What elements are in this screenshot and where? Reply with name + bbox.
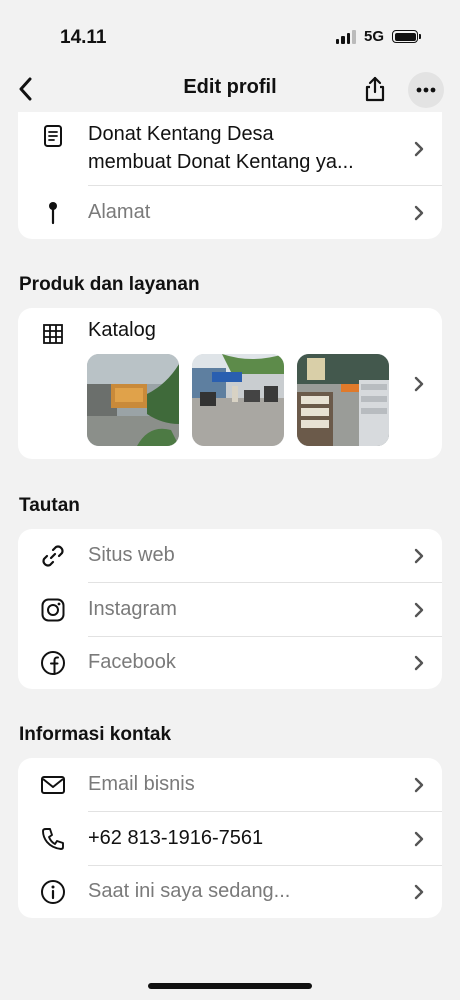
chevron-right-icon: [414, 831, 424, 846]
link-label: Facebook: [88, 651, 176, 673]
instagram-icon: [40, 597, 66, 623]
catalog-label: Katalog: [88, 319, 156, 341]
share-icon: [365, 76, 385, 102]
link-label: Instagram: [88, 598, 177, 620]
home-indicator[interactable]: [148, 983, 312, 989]
description-row[interactable]: Donat Kentang Desa membuat Donat Kentang…: [18, 112, 442, 185]
contact-card: Email bisnis +62 813-1916-7561 Saat ini …: [18, 758, 442, 918]
status-time: 14.11: [60, 27, 107, 48]
more-icon: [416, 87, 436, 93]
catalog-photo[interactable]: [87, 354, 179, 446]
catalog-photo[interactable]: [192, 354, 284, 446]
chevron-right-icon: [414, 602, 424, 617]
link-label: Situs web: [88, 544, 175, 566]
contact-row-status[interactable]: Saat ini saya sedang...: [18, 865, 442, 918]
address-row[interactable]: Alamat: [18, 186, 442, 239]
chevron-right-icon: [414, 655, 424, 670]
pin-icon: [40, 200, 66, 226]
catalog-card[interactable]: Katalog: [18, 308, 442, 459]
status-indicators: 5G: [335, 28, 421, 45]
description-text: Donat Kentang Desa membuat Donat Kentang…: [88, 120, 398, 176]
info-icon: [40, 879, 66, 905]
contact-label: +62 813-1916-7561: [88, 827, 264, 849]
more-button[interactable]: [408, 72, 444, 108]
facebook-icon: [40, 650, 66, 676]
chevron-right-icon: [414, 141, 424, 157]
signal-icon: [335, 29, 356, 44]
contact-label: Email bisnis: [88, 773, 195, 795]
document-icon: [44, 125, 62, 147]
link-icon: [40, 543, 66, 569]
links-section-title: Tautan: [19, 495, 80, 516]
address-label: Alamat: [88, 201, 151, 223]
chevron-right-icon: [414, 884, 424, 899]
share-button[interactable]: [358, 71, 392, 107]
contact-row-phone[interactable]: +62 813-1916-7561: [18, 812, 442, 865]
nav-bar: Edit profil: [0, 62, 460, 116]
chevron-right-icon: [414, 376, 424, 392]
contact-label: Saat ini saya sedang...: [88, 880, 291, 902]
contact-row-email[interactable]: Email bisnis: [18, 758, 442, 811]
mail-icon: [40, 772, 66, 798]
description-line-2: membuat Donat Kentang ya...: [88, 151, 354, 173]
link-row-instagram[interactable]: Instagram: [18, 583, 442, 636]
network-type: 5G: [363, 28, 384, 45]
products-section-title: Produk dan layanan: [19, 274, 200, 295]
battery-icon: [392, 30, 421, 43]
link-row-facebook[interactable]: Facebook: [18, 636, 442, 689]
chevron-right-icon: [414, 548, 424, 563]
chevron-right-icon: [414, 205, 424, 220]
status-bar: 14.11 5G: [0, 0, 460, 70]
grid-icon: [43, 324, 63, 344]
contact-section-title: Informasi kontak: [19, 724, 172, 745]
about-card: Donat Kentang Desa membuat Donat Kentang…: [18, 112, 442, 239]
catalog-photo[interactable]: [297, 354, 389, 446]
links-card: Situs web Instagram Facebook: [18, 529, 442, 689]
link-row-website[interactable]: Situs web: [18, 529, 442, 582]
description-line-1: Donat Kentang Desa: [88, 123, 274, 145]
chevron-right-icon: [414, 777, 424, 792]
phone-icon: [40, 826, 66, 852]
catalog-thumbnails: [87, 354, 389, 446]
